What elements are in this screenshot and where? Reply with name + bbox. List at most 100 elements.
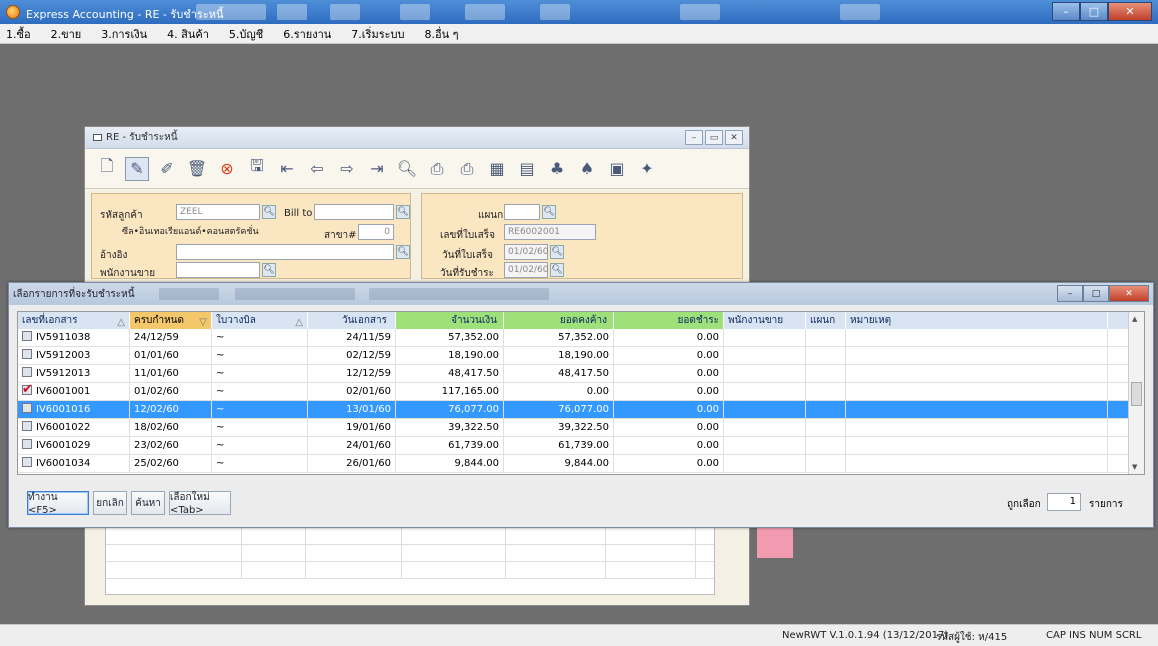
cell-empty[interactable] [846,455,1108,472]
table-row[interactable]: IV5912003 01/01/60 ~02/12/59 18,190.00 18,19… [18,347,1144,365]
cell-outstanding[interactable]: 39,322.50 [504,419,614,436]
cell-outstanding[interactable]: 48,417.50 [504,365,614,382]
menu-reports[interactable]: 6.รายงาน [283,25,331,43]
cell-paid[interactable]: 0.00 [614,437,724,454]
cell-empty[interactable] [846,437,1108,454]
row-checkbox[interactable] [22,383,33,399]
cell-due[interactable]: 23/02/60 [130,437,212,454]
cell-empty[interactable] [724,347,806,364]
cell-amount[interactable]: 39,322.50 [396,419,504,436]
cell-empty[interactable] [724,437,806,454]
col-salesperson[interactable]: พนักงานขาย [724,312,806,329]
cell-amount[interactable]: 57,352.00 [396,329,504,346]
last-record-icon[interactable]: ⇥ [365,157,389,181]
cell-empty[interactable] [846,383,1108,400]
detail-grid[interactable] [105,527,715,595]
cell-doc[interactable]: IV5912013 [18,365,130,382]
cell-empty[interactable] [806,365,846,382]
row-checkbox[interactable] [22,457,32,467]
table-row[interactable]: IV600100101/02/60~02/01/60117,165.000.00… [18,383,1144,401]
dialog-close-button[interactable]: ✕ [1109,285,1149,302]
execute-button[interactable]: ทำงาน <F5> [27,491,89,516]
menu-finance[interactable]: 3.การเงิน [101,25,147,43]
cell-date[interactable]: 24/01/60 [308,437,396,454]
first-record-icon[interactable]: ⇤ [275,157,299,181]
cell-doc[interactable]: IV5912003 [18,347,130,364]
receipt-no-input[interactable]: RE6002001 [504,224,596,240]
menu-purchase[interactable]: 1.ซื้อ [6,25,31,43]
table-row[interactable]: IV6001034 25/02/60 ~26/01/60 9,844.00 9,844.… [18,455,1144,473]
cell-doc[interactable]: IV6001034 [18,455,130,472]
customer-code-input[interactable]: ZEEL [176,204,260,220]
cell-empty[interactable] [806,329,846,346]
maximize-button[interactable]: □ [1080,2,1108,21]
reference-input[interactable] [176,244,394,260]
cell-due[interactable]: 12/02/60 [130,401,212,418]
cell-date[interactable]: 19/01/60 [308,419,396,436]
cell-bill[interactable]: ~ [212,437,308,454]
branch-input[interactable]: 0 [358,224,394,240]
cell-due[interactable]: 24/12/59 [130,329,212,346]
cell-outstanding[interactable]: 9,844.00 [504,455,614,472]
cell-date[interactable]: 12/12/59 [308,365,396,382]
receipt-date-lookup-icon[interactable]: 🔍︎ [550,245,564,259]
cell-empty[interactable] [806,401,846,418]
col-bill[interactable]: ใบวางบิล △ [212,312,308,329]
cell-bill[interactable]: ~ [212,347,308,364]
cell-doc[interactable]: IV6001016 [18,401,130,418]
cell-empty[interactable] [806,419,846,436]
cell-bill[interactable]: ~ [212,419,308,436]
cell-empty[interactable] [806,437,846,454]
cell-due[interactable]: 01/01/60 [130,347,212,364]
col-due-date[interactable]: ครบกำหนด ▽ [130,312,212,329]
edit-icon[interactable]: ✎ [125,156,149,181]
cell-empty[interactable] [724,329,806,346]
cell-doc[interactable]: IV6001029 [18,437,130,454]
cell-bill[interactable]: ~ [212,383,308,400]
cell-due[interactable]: 01/02/60 [130,383,212,400]
cell-paid[interactable]: 0.00 [614,401,724,418]
scroll-up-arrow-icon[interactable]: ▲ [1132,315,1137,323]
stamp-icon[interactable]: ♣ [545,157,569,181]
scroll-thumb[interactable] [1131,382,1142,406]
cell-empty[interactable] [846,401,1108,418]
menu-inventory[interactable]: 4. สินค้า [167,25,209,43]
row-checkbox[interactable] [22,349,32,359]
cell-outstanding[interactable]: 18,190.00 [504,347,614,364]
cell-paid[interactable]: 0.00 [614,347,724,364]
department-input[interactable] [504,204,540,220]
col-amount[interactable]: จำนวนเงิน [396,312,504,329]
cell-empty[interactable] [806,383,846,400]
cell-amount[interactable]: 117,165.00 [396,383,504,400]
cell-outstanding[interactable]: 0.00 [504,383,614,400]
menu-other[interactable]: 8.อื่น ๆ [425,25,459,43]
cell-empty[interactable] [724,419,806,436]
cell-doc[interactable]: IV6001022 [18,419,130,436]
grid-icon[interactable]: ▤ [515,157,539,181]
col-doc-date[interactable]: วันเอกสาร [308,312,396,329]
cell-date[interactable]: 02/12/59 [308,347,396,364]
payment-date-input[interactable]: 01/02/60 [504,262,548,278]
cell-date[interactable]: 02/01/60 [308,383,396,400]
close-button[interactable]: ✕ [1108,2,1152,21]
dialog-minimize-button[interactable]: – [1057,285,1083,302]
menu-sales[interactable]: 2.ขาย [51,25,82,43]
row-checkbox[interactable] [22,421,32,431]
attach-icon[interactable]: ♠ [575,157,599,181]
customer-lookup-icon[interactable]: 🔍︎ [262,205,276,219]
save-icon[interactable]: 🖫 [245,156,269,181]
cell-empty[interactable] [724,365,806,382]
cell-paid[interactable]: 0.00 [614,455,724,472]
cell-bill[interactable]: ~ [212,401,308,418]
cell-empty[interactable] [846,329,1108,346]
grid-vertical-scrollbar[interactable]: ▲ ▼ [1128,312,1144,474]
search-button[interactable]: ค้นหา [131,491,165,515]
cell-doc[interactable]: IV6001001 [18,383,130,400]
pencil-icon[interactable]: ✐ [155,157,179,181]
col-paid[interactable]: ยอดชำระ [614,312,724,329]
cell-empty[interactable] [846,365,1108,382]
cell-outstanding[interactable]: 57,352.00 [504,329,614,346]
help-icon[interactable]: ✦ [635,157,659,181]
cell-date[interactable]: 13/01/60 [308,401,396,418]
table-row[interactable]: IV5911038 24/12/59 ~24/11/59 57,352.00 57,35… [18,329,1144,347]
